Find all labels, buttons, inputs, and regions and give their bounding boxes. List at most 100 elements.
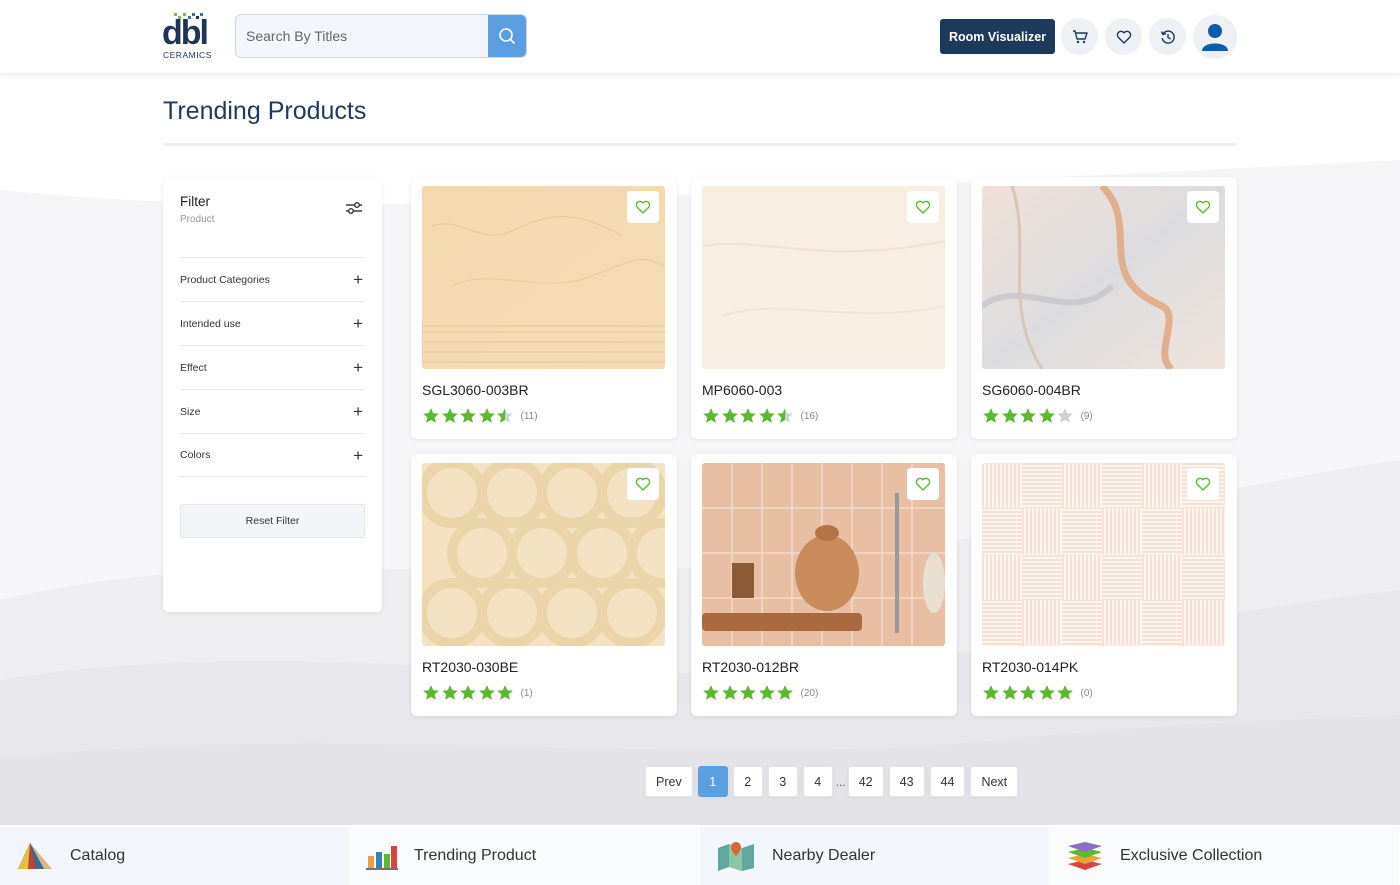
star-icon xyxy=(441,408,458,423)
star-icon xyxy=(497,408,513,423)
title-divider xyxy=(163,143,1237,146)
wishlist-button[interactable] xyxy=(1105,18,1142,55)
nav-label: Nearby Dealer xyxy=(772,847,876,864)
product-card[interactable]: RT2030-014PK (0) xyxy=(971,454,1237,716)
star-icon xyxy=(703,408,719,423)
room-visualizer-button[interactable]: Room Visualizer xyxy=(940,19,1055,54)
dbl-logo[interactable]: dbl CERAMICS xyxy=(162,12,214,62)
product-name[interactable]: SGL3060-003BR xyxy=(422,382,529,398)
filter-row-label: Size xyxy=(180,405,201,418)
favorite-button[interactable] xyxy=(907,191,939,223)
nav-label: Catalog xyxy=(70,847,126,864)
page-button[interactable]: 4 xyxy=(802,766,833,797)
page-button[interactable]: 42 xyxy=(847,766,884,797)
nav-label: Trending Product xyxy=(414,847,537,864)
product-name[interactable]: RT2030-014PK xyxy=(982,659,1078,675)
rating: (9) xyxy=(982,407,1093,425)
rating-count: (1) xyxy=(520,687,533,699)
page-button[interactable]: 44 xyxy=(929,766,966,797)
search-bar xyxy=(235,14,527,58)
favorite-button[interactable] xyxy=(627,191,659,223)
logo-text: dbl xyxy=(162,14,209,52)
nav-nearby-dealer[interactable]: Nearby Dealer xyxy=(700,827,1050,885)
rating-count: (9) xyxy=(1080,410,1093,422)
rating-count: (20) xyxy=(800,687,819,699)
star-icon xyxy=(758,685,775,700)
plus-icon: + xyxy=(353,358,363,377)
filter-subtitle: Product xyxy=(180,214,215,225)
rating: (16) xyxy=(702,407,818,425)
heart-icon xyxy=(635,477,651,491)
prev-page-button[interactable]: Prev xyxy=(645,766,693,797)
pagination: Prev 1 2 3 4 ... 42 43 44 Next xyxy=(645,766,1023,797)
plus-icon: + xyxy=(353,402,363,421)
rating: (0) xyxy=(982,684,1093,702)
bar-chart-icon xyxy=(366,846,398,870)
product-card[interactable]: RT2030-012BR (20) xyxy=(691,454,957,716)
page-button[interactable]: 2 xyxy=(732,766,763,797)
favorite-button[interactable] xyxy=(627,468,659,500)
product-name[interactable]: RT2030-012BR xyxy=(702,659,799,675)
filter-product-categories[interactable]: Product Categories + xyxy=(180,257,365,301)
filter-list: Product Categories + Intended use + Effe… xyxy=(180,257,365,477)
page-button[interactable]: 1 xyxy=(697,766,728,797)
product-name[interactable]: SG6060-004BR xyxy=(982,382,1081,398)
user-avatar-button[interactable] xyxy=(1193,15,1237,59)
star-icon xyxy=(1020,685,1036,700)
star-icon xyxy=(721,408,738,423)
search-icon xyxy=(499,28,515,44)
sliders-icon[interactable] xyxy=(345,201,363,215)
heart-icon xyxy=(1195,200,1211,214)
reset-filter-button[interactable]: Reset Filter xyxy=(180,504,365,538)
next-page-button[interactable]: Next xyxy=(970,766,1019,797)
cart-icon xyxy=(1072,29,1088,43)
product-card[interactable]: SG6060-004BR (9) xyxy=(971,177,1237,439)
product-card[interactable]: SGL3060-003BR (11) xyxy=(411,177,677,439)
star-icon xyxy=(721,685,738,700)
nav-catalog[interactable]: Catalog xyxy=(0,827,350,885)
nav-exclusive-collection[interactable]: Exclusive Collection xyxy=(1050,827,1400,885)
filter-colors[interactable]: Colors + xyxy=(180,433,365,477)
favorite-button[interactable] xyxy=(1187,191,1219,223)
product-card[interactable]: RT2030-030BE (1) xyxy=(411,454,677,716)
rating-count: (16) xyxy=(800,410,819,422)
favorite-button[interactable] xyxy=(1187,468,1219,500)
star-icon xyxy=(423,408,439,423)
page-title: Trending Products xyxy=(163,97,367,125)
bottom-nav: Catalog Trending Product Nearby Dealer E… xyxy=(0,827,1400,885)
star-icon xyxy=(1038,685,1055,700)
star-icon xyxy=(1057,685,1073,700)
star-icon xyxy=(478,685,495,700)
page-button[interactable]: 3 xyxy=(767,766,798,797)
layers-icon xyxy=(1068,842,1102,870)
nav-trending-product[interactable]: Trending Product xyxy=(350,827,700,885)
plus-icon: + xyxy=(353,445,363,465)
filter-intended-use[interactable]: Intended use + xyxy=(180,301,365,345)
rating: (1) xyxy=(422,684,533,702)
heart-icon xyxy=(1116,30,1131,44)
user-icon xyxy=(1202,24,1228,51)
star-icon xyxy=(983,685,999,700)
star-icon xyxy=(478,408,495,423)
product-name[interactable]: RT2030-030BE xyxy=(422,659,518,675)
filter-effect[interactable]: Effect + xyxy=(180,345,365,389)
star-icon xyxy=(1001,685,1018,700)
heart-icon xyxy=(1195,477,1211,491)
heart-icon xyxy=(915,200,931,214)
rating: (20) xyxy=(702,684,818,702)
page-button[interactable]: 43 xyxy=(888,766,925,797)
product-name[interactable]: MP6060-003 xyxy=(702,382,782,398)
search-input[interactable] xyxy=(236,15,489,57)
search-button[interactable] xyxy=(488,15,526,57)
star-icon xyxy=(740,685,756,700)
product-card[interactable]: MP6060-003 (16) xyxy=(691,177,957,439)
favorite-button[interactable] xyxy=(907,468,939,500)
cart-button[interactable] xyxy=(1061,18,1098,55)
star-icon xyxy=(1001,408,1018,423)
rating: (11) xyxy=(422,407,538,425)
history-button[interactable] xyxy=(1149,18,1186,55)
star-icon xyxy=(777,685,793,700)
star-icon xyxy=(1038,408,1055,423)
star-icon xyxy=(441,685,458,700)
filter-size[interactable]: Size + xyxy=(180,389,365,433)
